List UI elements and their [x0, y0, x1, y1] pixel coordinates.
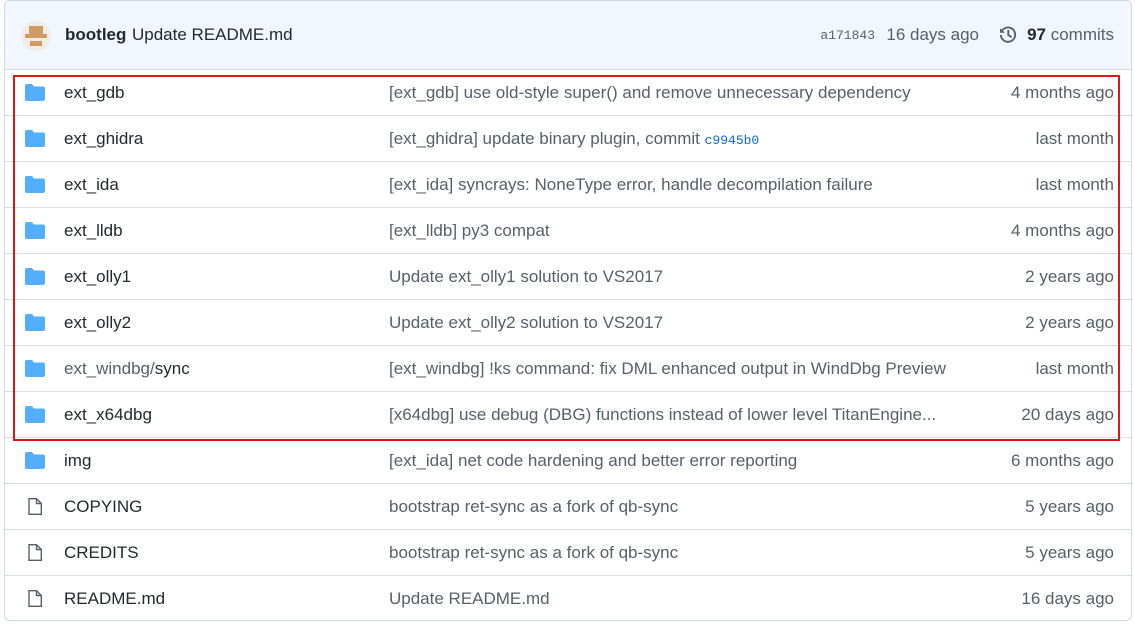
file-icon	[25, 544, 45, 561]
file-row: ext_olly2 Update ext_olly2 solution to V…	[5, 300, 1131, 346]
commit-message-link[interactable]: Update README.md	[389, 589, 550, 609]
commit-age: last month	[1035, 359, 1114, 378]
commit-message-link[interactable]: [ext_ida] net code hardening and better …	[389, 451, 797, 471]
history-icon[interactable]	[998, 25, 1018, 45]
folder-icon	[25, 176, 45, 193]
commit-message-link[interactable]: bootstrap ret-sync as a fork of qb-sync	[389, 543, 678, 563]
file-row: ext_lldb [ext_lldb] py3 compat 4 months …	[5, 208, 1131, 254]
commit-age: 20 days ago	[1021, 405, 1114, 424]
folder-icon	[25, 222, 45, 239]
file-name-link[interactable]: ext_olly1	[64, 267, 131, 287]
file-row: ext_ida [ext_ida] syncrays: NoneType err…	[5, 162, 1131, 208]
file-list: ext_gdb [ext_gdb] use old-style super() …	[5, 70, 1131, 620]
commit-message-link[interactable]: Update ext_olly2 solution to VS2017	[389, 313, 663, 333]
commit-age: 2 years ago	[1025, 313, 1114, 332]
file-name-link[interactable]: ext_ida	[64, 175, 119, 195]
commit-date: 16 days ago	[886, 25, 979, 44]
file-name-link[interactable]: ext_ghidra	[64, 129, 143, 149]
commit-age: last month	[1035, 129, 1114, 148]
commit-message[interactable]: Update README.md	[132, 25, 293, 45]
file-row: COPYING bootstrap ret-sync as a fork of …	[5, 484, 1131, 530]
folder-icon	[25, 268, 45, 285]
commit-message-link[interactable]: [ext_lldb] py3 compat	[389, 221, 550, 241]
commit-message-link[interactable]: [ext_gdb] use old-style super() and remo…	[389, 83, 911, 103]
folder-icon	[25, 452, 45, 469]
folder-icon	[25, 314, 45, 331]
file-icon	[25, 590, 45, 607]
commit-message-link[interactable]: bootstrap ret-sync as a fork of qb-sync	[389, 497, 678, 517]
latest-commit-bar: bootleg Update README.md a171843 16 days…	[5, 1, 1131, 70]
commit-sha-link[interactable]: c9945b0	[705, 133, 760, 148]
commit-message-link[interactable]: [x64dbg] use debug (DBG) functions inste…	[389, 405, 936, 425]
commit-message-link[interactable]: [ext_windbg] !ks command: fix DML enhanc…	[389, 359, 946, 379]
file-name-link[interactable]: COPYING	[64, 497, 142, 517]
file-row: ext_ghidra [ext_ghidra] update binary pl…	[5, 116, 1131, 162]
commit-age: 4 months ago	[1010, 221, 1114, 240]
commit-age: 6 months ago	[1010, 451, 1114, 470]
file-row: ext_x64dbg [x64dbg] use debug (DBG) func…	[5, 392, 1131, 438]
file-row: ext_olly1 Update ext_olly1 solution to V…	[5, 254, 1131, 300]
folder-icon	[25, 360, 45, 377]
file-name-link[interactable]: ext_olly2	[64, 313, 131, 333]
file-row: ext_gdb [ext_gdb] use old-style super() …	[5, 70, 1131, 116]
avatar[interactable]	[21, 21, 51, 51]
file-name-link[interactable]: README.md	[64, 589, 165, 609]
file-row: ext_windbg/sync [ext_windbg] !ks command…	[5, 346, 1131, 392]
folder-icon	[25, 406, 45, 423]
file-name-link[interactable]: CREDITS	[64, 543, 139, 563]
file-row: img [ext_ida] net code hardening and bet…	[5, 438, 1131, 484]
commits-link[interactable]: 97 commits	[1027, 25, 1114, 45]
file-row: CREDITS bootstrap ret-sync as a fork of …	[5, 530, 1131, 576]
file-name-link[interactable]: img	[64, 451, 91, 471]
commit-sha[interactable]: a171843	[820, 28, 875, 43]
file-name-link[interactable]: ext_gdb	[64, 83, 125, 103]
commit-age: 5 years ago	[1025, 543, 1114, 562]
commit-author[interactable]: bootleg	[65, 25, 126, 45]
folder-icon	[25, 130, 45, 147]
file-browser: bootleg Update README.md a171843 16 days…	[4, 0, 1132, 621]
file-icon	[25, 498, 45, 515]
commit-age: last month	[1035, 175, 1114, 194]
commit-message-link[interactable]: [ext_ida] syncrays: NoneType error, hand…	[389, 175, 873, 195]
folder-icon	[25, 84, 45, 101]
commit-age: 2 years ago	[1025, 267, 1114, 286]
file-name-link[interactable]: ext_windbg/sync	[64, 359, 190, 379]
commit-age: 5 years ago	[1025, 497, 1114, 516]
file-name-link[interactable]: ext_lldb	[64, 221, 123, 241]
file-row: README.md Update README.md 16 days ago	[5, 576, 1131, 620]
commit-age: 4 months ago	[1010, 83, 1114, 102]
commit-message-link[interactable]: Update ext_olly1 solution to VS2017	[389, 267, 663, 287]
commit-message-link[interactable]: [ext_ghidra] update binary plugin, commi…	[389, 129, 759, 149]
commit-age: 16 days ago	[1021, 589, 1114, 608]
file-name-link[interactable]: ext_x64dbg	[64, 405, 152, 425]
